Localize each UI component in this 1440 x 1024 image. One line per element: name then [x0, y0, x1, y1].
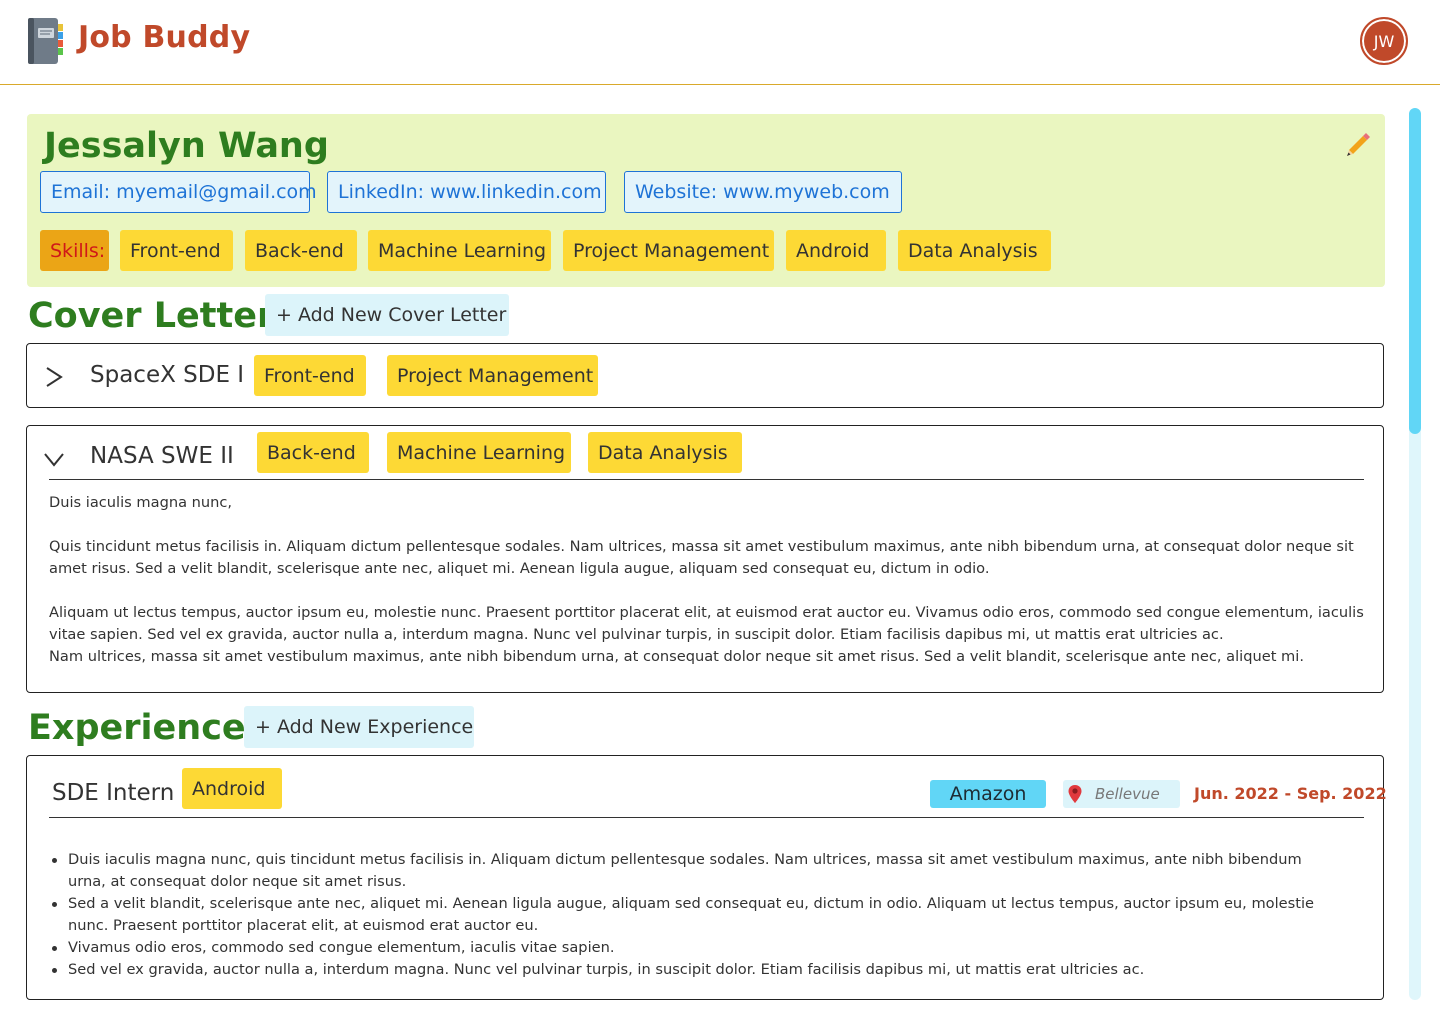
experience-tag[interactable]: Android: [182, 768, 282, 809]
cover-letter-card[interactable]: NASA SWE II Back-end Machine Learning Da…: [26, 425, 1384, 693]
top-bar: Job Buddy JW: [0, 0, 1440, 85]
skills-label: Skills:: [40, 230, 109, 271]
cover-letter-title[interactable]: SpaceX SDE I: [90, 362, 244, 388]
chevron-down-icon[interactable]: [43, 448, 65, 470]
divider: [49, 817, 1364, 818]
profile-panel: Jessalyn Wang Email: myemail@gmail.com L…: [27, 114, 1385, 287]
cover-letter-card[interactable]: SpaceX SDE I Front-end Project Managemen…: [26, 343, 1384, 408]
avatar[interactable]: JW: [1360, 17, 1408, 65]
cover-letter-title[interactable]: NASA SWE II: [90, 443, 234, 469]
website-link[interactable]: Website: www.myweb.com: [624, 171, 902, 213]
cover-letter-tag[interactable]: Data Analysis: [588, 432, 742, 473]
experience-card[interactable]: SDE Intern Android Amazon Bellevue Jun. …: [26, 755, 1387, 1000]
cover-letter-body[interactable]: Duis iaculis magna nunc, Quis tincidunt …: [49, 492, 1364, 668]
cover-letter-paragraph: Quis tincidunt metus facilisis in. Aliqu…: [49, 538, 1354, 577]
cover-letter-paragraph: Nam ultrices, massa sit amet vestibulum …: [49, 648, 1304, 665]
skill-tag[interactable]: Android: [786, 230, 886, 271]
linkedin-link[interactable]: LinkedIn: www.linkedin.com: [327, 171, 606, 213]
scrollbar-thumb[interactable]: [1409, 108, 1421, 434]
skills-list: Skills: Front-end Back-end Machine Learn…: [40, 230, 1051, 271]
cover-letter-paragraph: Duis iaculis magna nunc,: [49, 494, 233, 511]
experience-title[interactable]: SDE Intern: [52, 780, 174, 806]
location-badge: Bellevue: [1063, 780, 1180, 808]
skill-tag[interactable]: Data Analysis: [898, 230, 1051, 271]
app-title[interactable]: Job Buddy: [78, 20, 250, 55]
map-pin-icon: [1068, 785, 1082, 803]
company-badge[interactable]: Amazon: [930, 780, 1046, 808]
cover-letter-tag[interactable]: Front-end: [254, 355, 366, 396]
location-text: Bellevue: [1095, 785, 1160, 803]
chevron-right-icon[interactable]: [43, 366, 65, 388]
cover-letters-heading: Cover Letters: [28, 296, 296, 336]
cover-letter-tag[interactable]: Machine Learning: [387, 432, 571, 473]
skill-tag[interactable]: Project Management: [563, 230, 774, 271]
pencil-icon[interactable]: [1343, 128, 1373, 158]
experience-bullets: Duis iaculis magna nunc, quis tincidunt …: [49, 849, 1339, 981]
cover-letter-paragraph: Aliquam ut lectus tempus, auctor ipsum e…: [49, 604, 1364, 643]
profile-name: Jessalyn Wang: [44, 126, 329, 166]
experience-bullet: Duis iaculis magna nunc, quis tincidunt …: [49, 849, 1339, 893]
add-cover-letter-button[interactable]: + Add New Cover Letter: [265, 294, 509, 336]
cover-letter-tag[interactable]: Project Management: [387, 355, 598, 396]
date-range: Jun. 2022 - Sep. 2022: [1194, 784, 1387, 803]
cover-letter-tag[interactable]: Back-end: [257, 432, 369, 473]
add-experience-button[interactable]: + Add New Experience: [244, 706, 474, 748]
skill-tag[interactable]: Back-end: [245, 230, 357, 271]
experiences-heading: Experiences: [28, 708, 267, 748]
notebook-icon[interactable]: [26, 16, 64, 66]
experience-bullet: Vivamus odio eros, commodo sed congue el…: [49, 937, 1339, 959]
email-link[interactable]: Email: myemail@gmail.com: [40, 171, 317, 213]
skill-tag[interactable]: Front-end: [120, 230, 233, 271]
experience-bullet: Sed a velit blandit, scelerisque ante ne…: [49, 893, 1339, 937]
experience-bullet: Sed vel ex gravida, auctor nulla a, inte…: [49, 959, 1339, 981]
divider: [49, 479, 1364, 480]
skill-tag[interactable]: Machine Learning: [368, 230, 551, 271]
